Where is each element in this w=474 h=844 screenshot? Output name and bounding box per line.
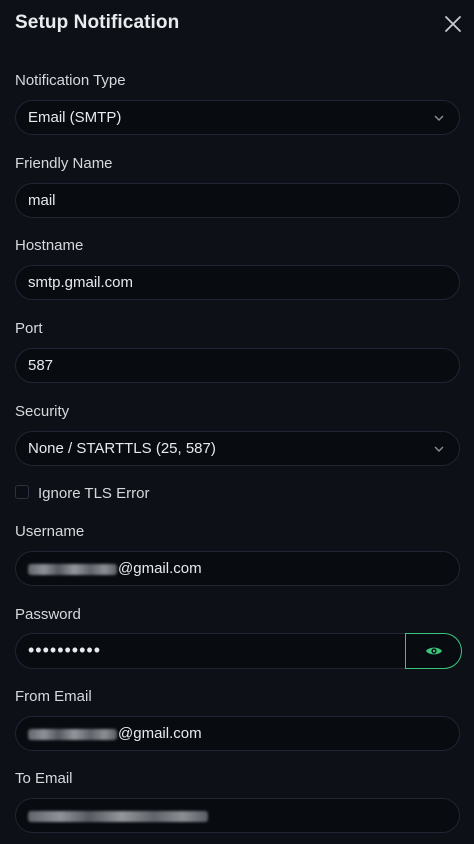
from-email-domain: @gmail.com: [118, 725, 202, 742]
username-domain: @gmail.com: [118, 560, 202, 577]
password-input[interactable]: ••••••••••: [15, 633, 406, 669]
friendly-name-value: mail: [28, 192, 56, 209]
from-email-value: @gmail.com: [28, 725, 202, 742]
notification-type-label: Notification Type: [15, 72, 126, 89]
ignore-tls-label: Ignore TLS Error: [38, 485, 150, 502]
hostname-value: smtp.gmail.com: [28, 274, 134, 291]
show-password-button[interactable]: [405, 633, 462, 669]
port-input[interactable]: 587: [15, 348, 460, 383]
username-label: Username: [15, 523, 85, 540]
dialog-header: Setup Notification: [15, 11, 474, 39]
security-label: Security: [15, 403, 70, 420]
hostname-label: Hostname: [15, 237, 84, 254]
security-value: None / STARTTLS (25, 587): [28, 440, 216, 457]
hostname-input[interactable]: smtp.gmail.com: [15, 265, 460, 300]
friendly-name-label: Friendly Name: [15, 155, 113, 172]
redacted-text: [28, 563, 117, 575]
password-label: Password: [15, 606, 81, 623]
dialog-title: Setup Notification: [15, 12, 180, 33]
eye-icon: [426, 647, 442, 655]
from-email-label: From Email: [15, 688, 92, 705]
close-button[interactable]: [442, 13, 464, 35]
notification-type-value: Email (SMTP): [28, 109, 122, 126]
friendly-name-input[interactable]: mail: [15, 183, 460, 218]
to-email-label: To Email: [15, 770, 73, 787]
username-value: @gmail.com: [28, 560, 202, 577]
from-email-input[interactable]: @gmail.com: [15, 716, 460, 751]
port-label: Port: [15, 320, 43, 337]
setup-notification-dialog: Setup Notification Notification Type Ema…: [0, 0, 474, 844]
to-email-value: [28, 807, 209, 824]
to-email-input[interactable]: [15, 798, 460, 833]
ignore-tls-checkbox[interactable]: [15, 485, 29, 499]
redacted-text: [28, 728, 117, 740]
password-value: ••••••••••: [28, 640, 102, 660]
redacted-text: [28, 810, 208, 822]
security-select[interactable]: None / STARTTLS (25, 587): [15, 431, 460, 466]
chevron-down-icon: [434, 446, 444, 452]
chevron-down-icon: [434, 115, 444, 121]
notification-type-select[interactable]: Email (SMTP): [15, 100, 460, 135]
close-icon: [445, 16, 461, 32]
username-input[interactable]: @gmail.com: [15, 551, 460, 586]
port-value: 587: [28, 357, 54, 374]
